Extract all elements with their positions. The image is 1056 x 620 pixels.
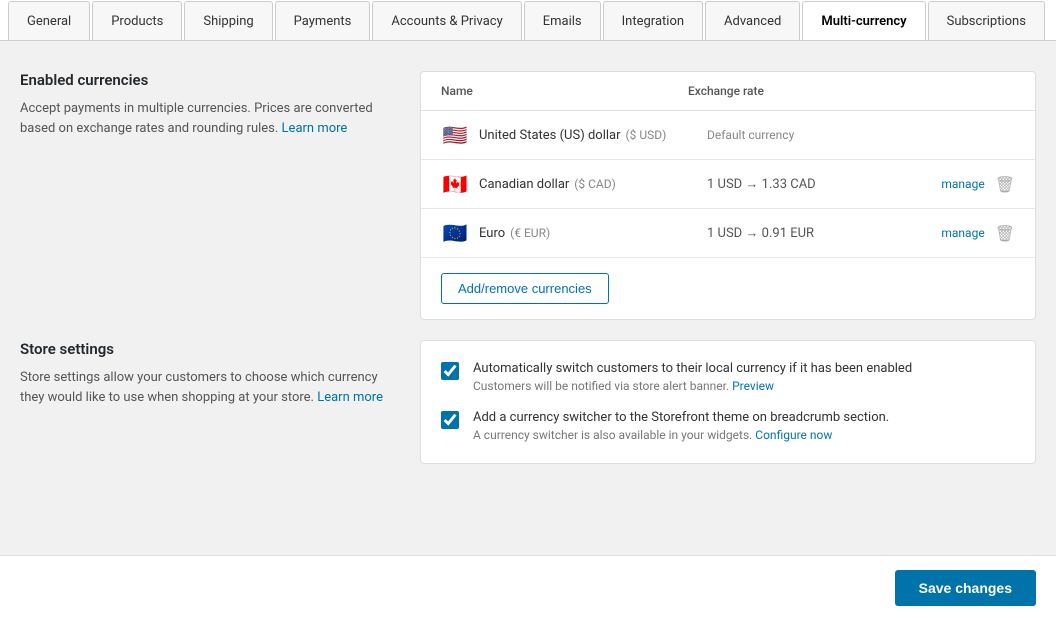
settings-card-inner: Automatically switch customers to their … [421, 341, 1035, 463]
delete-eur-icon[interactable]: 🗑 [995, 224, 1015, 243]
tab-shipping[interactable]: Shipping [184, 1, 272, 41]
default-currency-text: Default currency [707, 128, 794, 142]
auto-switch-row: Automatically switch customers to their … [441, 361, 1015, 394]
store-settings-card: Automatically switch customers to their … [420, 340, 1036, 464]
currency-table-header: Name Exchange rate [421, 72, 1035, 111]
currencies-sidebar: Enabled currencies Accept payments in mu… [20, 71, 400, 320]
add-currencies-wrapper: Add/remove currencies [421, 258, 1035, 319]
flag-usd: 🇺🇸 [441, 125, 469, 145]
store-settings-title: Store settings [20, 340, 400, 358]
eur-name-text: Euro [479, 226, 505, 241]
cad-name-text: Canadian dollar [479, 177, 569, 192]
store-settings-description: Store settings allow your customers to c… [20, 368, 400, 407]
auto-switch-checkbox-wrap [441, 362, 461, 382]
store-settings-learn-more-link[interactable]: Learn more [317, 390, 383, 405]
currencies-description: Accept payments in multiple currencies. … [20, 99, 400, 138]
col-actions-header [935, 84, 1015, 98]
currencies-learn-more-link[interactable]: Learn more [282, 121, 348, 136]
currency-switcher-sub: A currency switcher is also available in… [473, 428, 832, 442]
rate-eur: 1 USD → 0.91 EUR [707, 225, 935, 241]
eur-code: (€ EUR) [510, 226, 550, 240]
currency-row-eur: 🇪🇺 Euro (€ EUR) 1 USD → 0.91 EUR manage … [421, 209, 1035, 258]
flag-eur: 🇪🇺 [441, 223, 469, 243]
store-settings-sidebar: Store settings Store settings allow your… [20, 340, 400, 464]
currencies-card: Name Exchange rate 🇺🇸 United States (US)… [420, 71, 1036, 320]
manage-cad-link[interactable]: manage [941, 177, 984, 191]
save-changes-button[interactable]: Save changes [895, 570, 1036, 606]
currency-row-usd: 🇺🇸 United States (US) dollar ($ USD) Def… [421, 111, 1035, 160]
store-settings-section: Store settings Store settings allow your… [20, 340, 1036, 464]
col-rate-header: Exchange rate [688, 84, 935, 98]
tab-accounts-privacy[interactable]: Accounts & Privacy [372, 1, 521, 41]
delete-cad-icon[interactable]: 🗑 [995, 175, 1015, 194]
tab-integration[interactable]: Integration [603, 1, 703, 41]
tab-multi-currency[interactable]: Multi-currency [802, 1, 925, 41]
currency-switcher-label[interactable]: Add a currency switcher to the Storefron… [473, 410, 1015, 425]
tabs-bar: GeneralProductsShippingPaymentsAccounts … [0, 0, 1056, 41]
tab-subscriptions[interactable]: Subscriptions [928, 1, 1045, 41]
currency-switcher-checkbox[interactable] [441, 411, 459, 429]
actions-eur: manage 🗑 [935, 224, 1015, 243]
add-currencies-button[interactable]: Add/remove currencies [441, 273, 609, 304]
currency-switcher-text: Add a currency switcher to the Storefron… [473, 410, 1015, 443]
tab-general[interactable]: General [8, 1, 90, 41]
currency-switcher-checkbox-wrap [441, 411, 461, 431]
tab-emails[interactable]: Emails [524, 1, 601, 41]
auto-switch-checkbox[interactable] [441, 362, 459, 380]
col-name-header: Name [441, 84, 688, 98]
currency-row-cad: 🇨🇦 Canadian dollar ($ CAD) 1 USD → 1.33 … [421, 160, 1035, 209]
tab-products[interactable]: Products [92, 1, 182, 41]
tab-payments[interactable]: Payments [275, 1, 371, 41]
rate-cad: 1 USD → 1.33 CAD [707, 176, 935, 192]
flag-cad: 🇨🇦 [441, 174, 469, 194]
main-content: Enabled currencies Accept payments in mu… [0, 41, 1056, 494]
rate-usd: Default currency [707, 128, 935, 143]
auto-switch-label[interactable]: Automatically switch customers to their … [473, 361, 1015, 376]
usd-name-text: United States (US) dollar [479, 128, 621, 143]
auto-switch-text: Automatically switch customers to their … [473, 361, 1015, 394]
footer: Save changes [0, 555, 1056, 620]
tab-advanced[interactable]: Advanced [705, 1, 800, 41]
usd-code: ($ USD) [626, 128, 667, 142]
actions-cad: manage 🗑 [935, 175, 1015, 194]
cad-code: ($ CAD) [574, 177, 616, 191]
currencies-title: Enabled currencies [20, 71, 400, 89]
preview-link[interactable]: Preview [732, 379, 774, 393]
name-eur: Euro (€ EUR) [479, 226, 707, 241]
name-cad: Canadian dollar ($ CAD) [479, 177, 707, 192]
currency-switcher-row: Add a currency switcher to the Storefron… [441, 410, 1015, 443]
manage-eur-link[interactable]: manage [941, 226, 984, 240]
enabled-currencies-section: Enabled currencies Accept payments in mu… [20, 71, 1036, 320]
auto-switch-sub: Customers will be notified via store ale… [473, 379, 774, 393]
configure-now-link[interactable]: Configure now [755, 428, 832, 442]
name-usd: United States (US) dollar ($ USD) [479, 128, 707, 143]
